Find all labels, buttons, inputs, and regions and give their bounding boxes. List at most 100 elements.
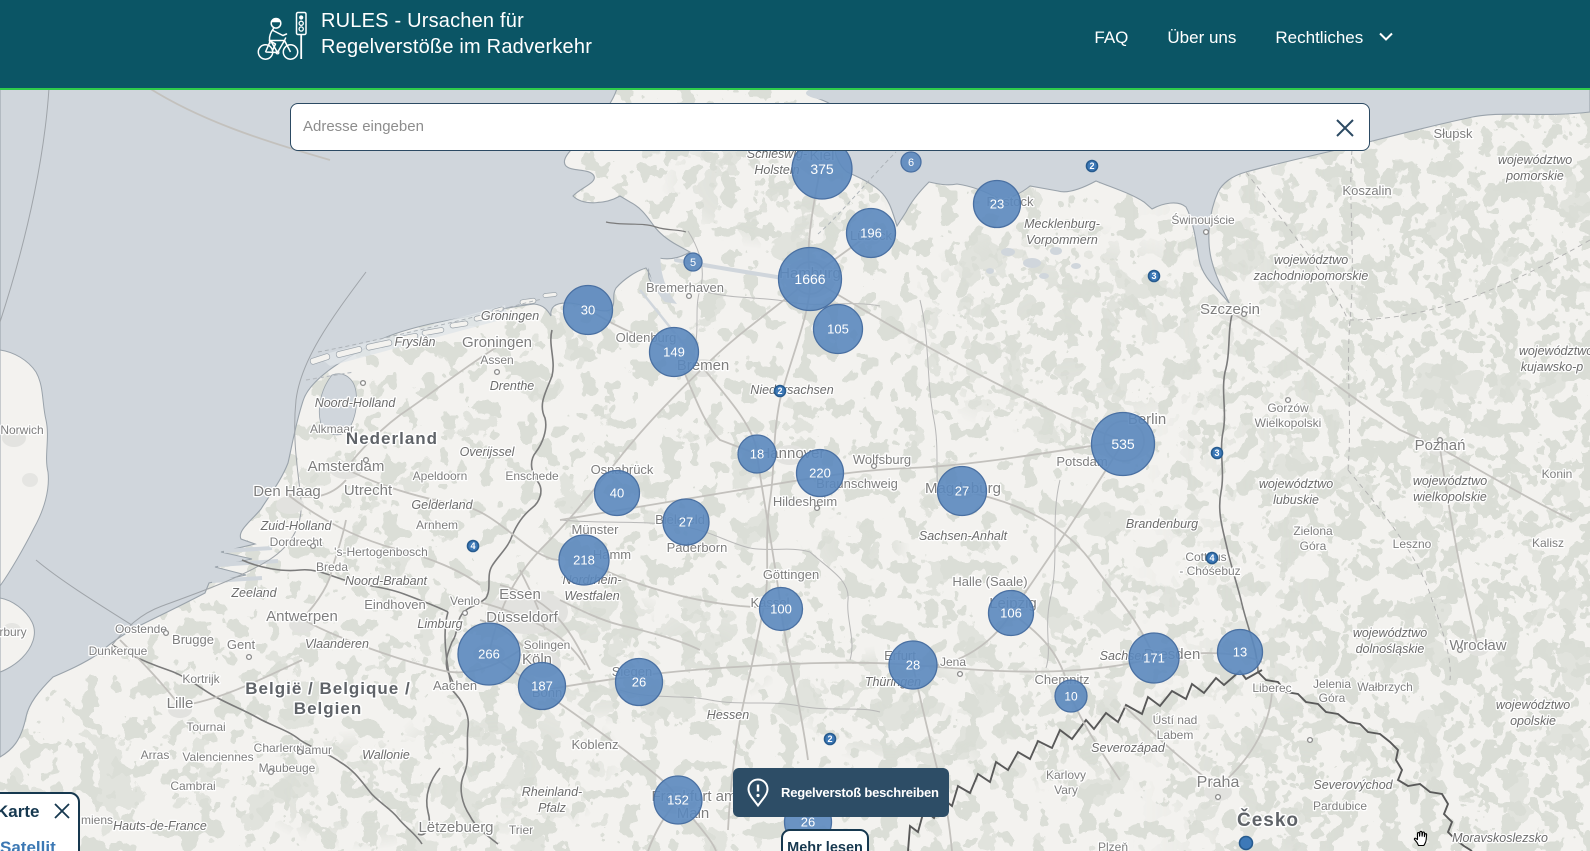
svg-text:Hildesheim: Hildesheim [773, 494, 837, 509]
svg-text:1666: 1666 [794, 271, 825, 287]
svg-text:Zielona: Zielona [1293, 524, 1333, 538]
svg-text:5: 5 [690, 257, 696, 269]
svg-text:pomorskie: pomorskie [1505, 169, 1564, 183]
svg-text:Antwerpen: Antwerpen [266, 608, 338, 625]
svg-text:Aachen: Aachen [433, 678, 477, 693]
svg-text:Słupsk: Słupsk [1433, 126, 1473, 141]
svg-text:wielkopolskie: wielkopolskie [1413, 490, 1487, 504]
svg-text:Groningen: Groningen [462, 334, 532, 351]
svg-text:152: 152 [667, 793, 689, 808]
svg-text:Overijssel: Overijssel [460, 445, 516, 459]
svg-text:218: 218 [573, 553, 595, 568]
svg-text:Groningen: Groningen [481, 309, 539, 323]
svg-text:Westfalen: Westfalen [564, 589, 619, 603]
svg-text:województwo: województwo [1353, 626, 1427, 640]
svg-text:Noord-Holland: Noord-Holland [315, 396, 397, 410]
svg-text:27: 27 [679, 515, 693, 530]
svg-text:30: 30 [581, 303, 595, 318]
svg-text:Venlo: Venlo [450, 594, 480, 608]
svg-text:- Chóśebuz: - Chóśebuz [1179, 564, 1240, 578]
svg-text:Norwich: Norwich [0, 423, 43, 437]
svg-text:Gent: Gent [227, 637, 256, 652]
svg-text:Münster: Münster [572, 522, 620, 537]
svg-text:Jelenia: Jelenia [1313, 677, 1351, 691]
svg-text:Assen: Assen [480, 353, 513, 367]
svg-text:4: 4 [470, 541, 475, 551]
svg-text:6: 6 [908, 157, 914, 169]
svg-text:województwo: województwo [1498, 153, 1572, 167]
svg-text:196: 196 [860, 226, 882, 241]
svg-text:18: 18 [750, 447, 764, 462]
svg-text:28: 28 [906, 658, 920, 673]
svg-text:zachodniopomorskie: zachodniopomorskie [1253, 269, 1369, 283]
svg-text:Gelderland: Gelderland [411, 498, 473, 512]
svg-text:Wałbrzych: Wałbrzych [1357, 680, 1413, 694]
svg-text:rbury: rbury [0, 625, 27, 639]
svg-text:Enschede: Enschede [505, 469, 559, 483]
svg-text:Hauts-de-France: Hauts-de-France [113, 819, 207, 833]
svg-text:Tournai: Tournai [186, 720, 225, 734]
svg-text:Essen: Essen [499, 586, 541, 603]
svg-text:Oostende: Oostende [115, 622, 167, 636]
svg-text:Severozápad: Severozápad [1091, 741, 1166, 755]
svg-text:Hessen: Hessen [707, 708, 749, 722]
svg-text:Pfalz: Pfalz [538, 801, 567, 815]
svg-text:Szczecin: Szczecin [1200, 301, 1260, 318]
svg-text:3: 3 [1214, 448, 1219, 458]
svg-text:Jena: Jena [940, 655, 966, 669]
svg-text:187: 187 [531, 679, 553, 694]
svg-text:106: 106 [1000, 606, 1022, 621]
svg-text:Zeeland: Zeeland [230, 586, 277, 600]
svg-text:województwo: województwo [1519, 344, 1590, 358]
svg-text:2: 2 [777, 386, 782, 396]
svg-text:Moravskoslezsko: Moravskoslezsko [1452, 831, 1548, 845]
svg-text:Leszno: Leszno [1393, 537, 1432, 551]
svg-text:Labem: Labem [1157, 728, 1194, 742]
svg-text:Breda: Breda [316, 560, 348, 574]
svg-text:Noord-Brabant: Noord-Brabant [345, 574, 428, 588]
svg-text:4: 4 [1209, 553, 1214, 563]
svg-text:171: 171 [1143, 651, 1165, 666]
svg-text:Pardubice: Pardubice [1313, 799, 1367, 813]
svg-text:'s-Hertogenbosch: 's-Hertogenbosch [334, 545, 428, 559]
svg-text:Eindhoven: Eindhoven [364, 597, 425, 612]
svg-text:Koszalin: Koszalin [1342, 183, 1391, 198]
svg-text:Koblenz: Koblenz [572, 737, 619, 752]
svg-text:Lille: Lille [167, 695, 194, 712]
svg-text:Halle (Saale): Halle (Saale) [952, 574, 1027, 589]
svg-text:Göttingen: Göttingen [763, 567, 819, 582]
svg-text:Kalisz: Kalisz [1532, 536, 1564, 550]
svg-text:Wolfsburg: Wolfsburg [853, 452, 911, 467]
svg-text:Góra: Góra [1300, 539, 1327, 553]
svg-text:Ústí nad: Ústí nad [1153, 712, 1198, 727]
svg-text:266: 266 [478, 647, 500, 662]
svg-text:3: 3 [1151, 271, 1156, 281]
svg-text:lubuskie: lubuskie [1273, 493, 1319, 507]
svg-text:Amsterdam: Amsterdam [308, 458, 385, 475]
svg-text:149: 149 [663, 345, 685, 360]
svg-text:Valenciennes: Valenciennes [182, 750, 253, 764]
svg-text:Świnoujście: Świnoujście [1171, 212, 1235, 227]
svg-text:105: 105 [827, 322, 849, 337]
svg-text:Maubeuge: Maubeuge [259, 761, 316, 775]
svg-text:Plzeň: Plzeň [1098, 840, 1128, 851]
svg-text:Česko: Česko [1237, 809, 1299, 831]
svg-text:Dunkerque: Dunkerque [89, 644, 148, 658]
svg-text:Brugge: Brugge [172, 632, 214, 647]
svg-text:Trier: Trier [509, 823, 533, 837]
svg-text:Zuid-Holland: Zuid-Holland [260, 519, 333, 533]
svg-text:województwo: województwo [1496, 698, 1570, 712]
svg-text:Cambrai: Cambrai [170, 779, 215, 793]
svg-text:Arras: Arras [141, 748, 170, 762]
svg-text:Góra: Góra [1319, 691, 1346, 705]
svg-text:13: 13 [1233, 645, 1247, 660]
svg-text:Drenthe: Drenthe [490, 379, 535, 393]
svg-text:Wielkopolski: Wielkopolski [1255, 416, 1322, 430]
svg-text:Bremerhaven: Bremerhaven [646, 280, 724, 295]
svg-text:Severovýchod: Severovýchod [1313, 778, 1393, 792]
svg-text:Niedersachsen: Niedersachsen [750, 383, 833, 397]
svg-text:Fryslân: Fryslân [395, 335, 436, 349]
svg-text:2: 2 [827, 734, 832, 744]
svg-text:Vlaanderen: Vlaanderen [305, 637, 369, 651]
svg-text:23: 23 [990, 197, 1004, 212]
